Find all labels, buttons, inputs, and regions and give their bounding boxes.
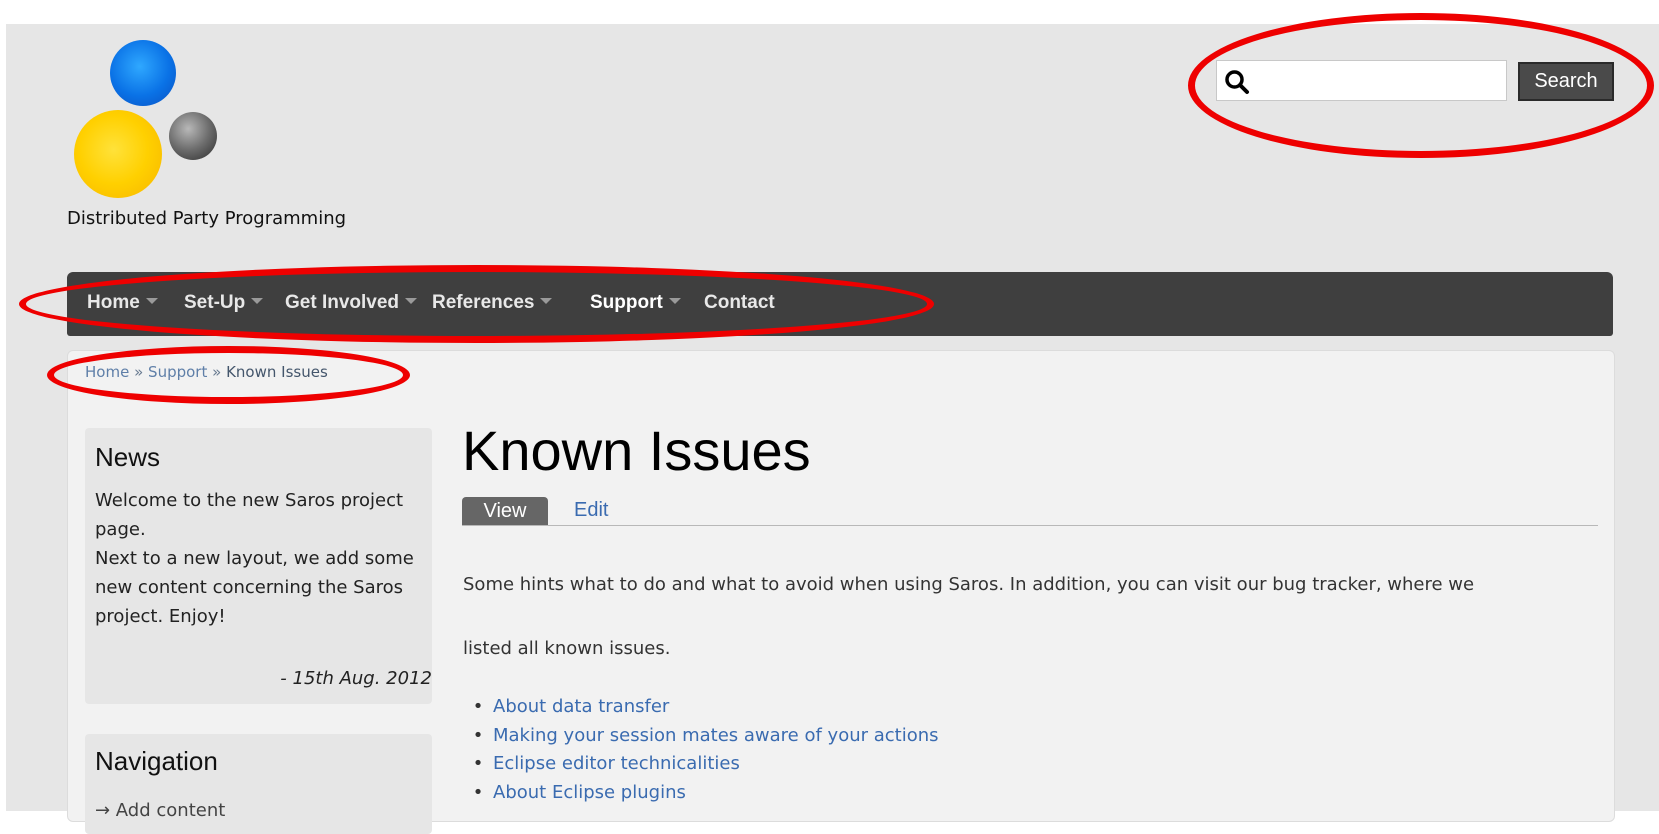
navigation-title: Navigation: [95, 746, 218, 776]
issue-link[interactable]: Making your session mates aware of your …: [493, 725, 939, 746]
news-date: - 15th Aug. 2012: [280, 668, 432, 689]
news-title: News: [95, 442, 161, 472]
news-paragraph: Welcome to the new Saros project page.: [95, 490, 404, 540]
issue-link[interactable]: Eclipse editor technicalities: [493, 753, 740, 774]
issue-list: • About data transfer • Making your sessio…: [463, 693, 939, 807]
tabs-divider: [462, 525, 1598, 526]
news-text: Welcome to the new Saros project page. N…: [95, 486, 435, 631]
list-item: • About data transfer: [463, 693, 939, 722]
tab-view[interactable]: View: [462, 497, 548, 525]
page-title: Known Issues: [462, 419, 811, 482]
news-block: News Welcome to the new Saros project pa…: [85, 428, 432, 704]
list-item: • Eclipse editor technicalities: [463, 750, 939, 779]
bullet-icon: •: [472, 753, 484, 774]
intro-line: Some hints what to do and what to avoid …: [463, 574, 1475, 595]
list-item: • Making your session mates aware of your…: [463, 722, 939, 751]
logo-gray-ball: [169, 112, 217, 160]
nav-annotation-ellipse: [19, 265, 934, 343]
tab-edit[interactable]: Edit: [574, 499, 608, 522]
search-annotation-ellipse: [1188, 13, 1654, 158]
navigation-block: Navigation → Add content: [85, 734, 432, 834]
issue-link[interactable]: About data transfer: [493, 696, 669, 717]
news-paragraph: Next to a new layout, we add some new co…: [95, 548, 414, 627]
site-logo[interactable]: [72, 40, 222, 200]
intro-text: Some hints what to do and what to avoid …: [463, 553, 1613, 681]
bullet-icon: •: [472, 696, 484, 717]
intro-line: listed all known issues.: [463, 638, 671, 659]
bullet-icon: •: [472, 781, 484, 803]
logo-yellow-ball: [74, 110, 162, 198]
breadcrumb-annotation-ellipse: [47, 346, 410, 404]
bullet-icon: •: [472, 724, 484, 746]
list-item: • About Eclipse plugins: [463, 779, 939, 808]
logo-blue-ball: [110, 40, 176, 106]
site-slogan: Distributed Party Programming: [67, 208, 347, 229]
issue-link[interactable]: About Eclipse plugins: [493, 782, 686, 803]
